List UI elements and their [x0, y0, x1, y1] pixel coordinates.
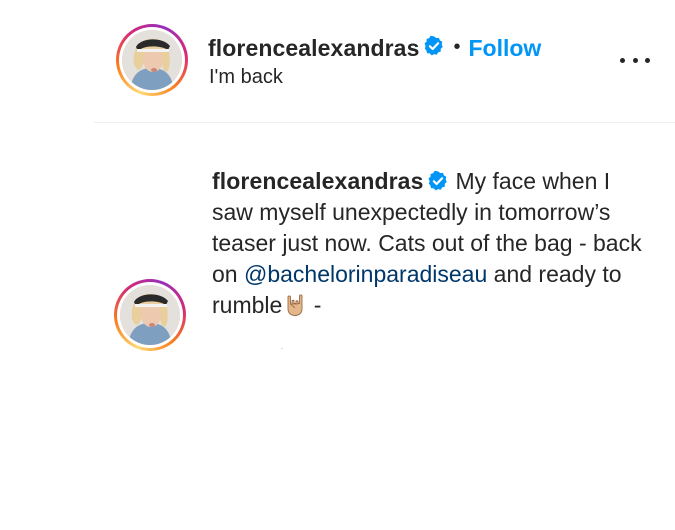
mention-link[interactable]: @bachelorinparadiseau: [244, 261, 487, 287]
caption-username-link[interactable]: florencealexandras: [212, 168, 423, 194]
username-link[interactable]: florencealexandras: [208, 35, 419, 62]
sign-of-the-horns-emoji: [287, 294, 303, 316]
verified-badge-icon: [424, 35, 444, 56]
caption-text: florencealexandras My face when I saw mys…: [212, 166, 652, 321]
follow-button[interactable]: Follow: [468, 35, 541, 62]
divider: [94, 122, 675, 123]
divider: [281, 348, 283, 349]
verified-badge-icon: [428, 170, 448, 191]
post-header: florencealexandras • Follow I'm back: [0, 0, 675, 122]
profile-avatar[interactable]: [116, 24, 188, 96]
more-options-icon[interactable]: [620, 50, 650, 70]
caption-trailing: -: [307, 292, 322, 318]
post-location-subtitle: I'm back: [209, 66, 283, 88]
comment-avatar[interactable]: [114, 279, 186, 351]
header-line: florencealexandras • Follow: [208, 33, 541, 63]
separator-dot: •: [453, 35, 461, 58]
